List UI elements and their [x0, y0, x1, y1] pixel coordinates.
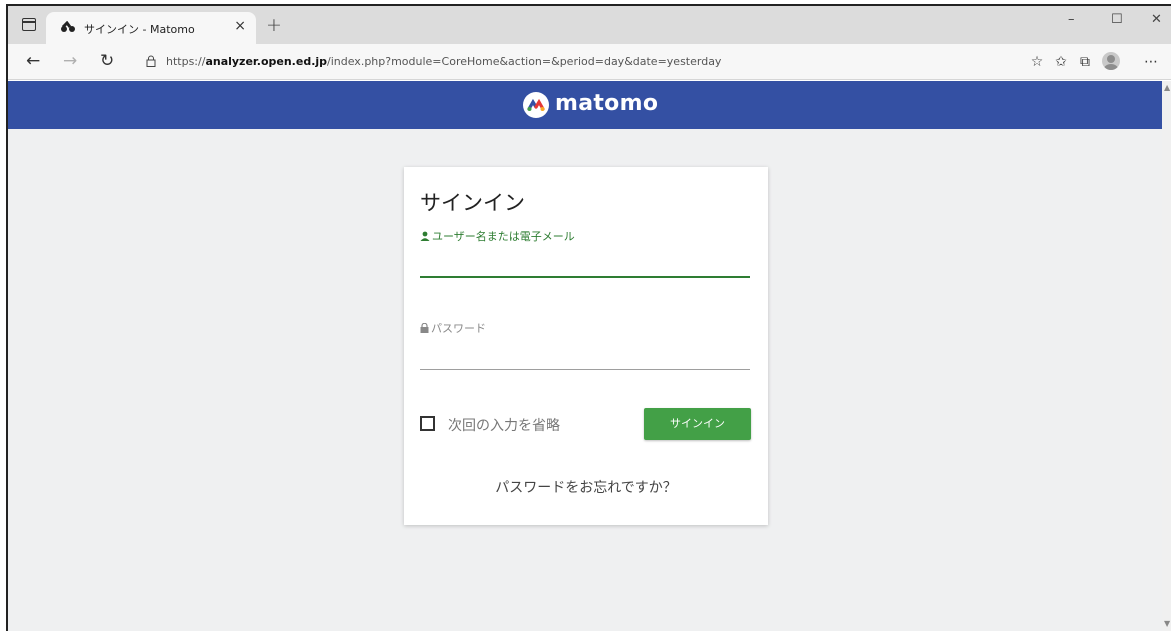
collections-icon[interactable]: ⧉ — [1076, 53, 1094, 71]
lock-field-icon — [420, 322, 429, 333]
scrollbar[interactable]: ▲ ▼ — [1162, 81, 1171, 631]
tab-close-icon[interactable]: × — [234, 18, 246, 34]
close-window-button[interactable]: ✕ — [1151, 12, 1162, 27]
matomo-logo-icon — [523, 92, 549, 118]
tab-actions-icon[interactable] — [22, 18, 36, 31]
sign-in-button[interactable]: サインイン — [644, 408, 751, 440]
forgot-password-link[interactable]: パスワードをお忘れですか？ — [404, 477, 768, 497]
username-label: ユーザー名または電子メール — [420, 228, 575, 244]
remember-me-label[interactable]: 次回の入力を省略 — [448, 415, 560, 435]
forward-icon[interactable]: → — [63, 51, 77, 71]
back-icon[interactable]: ← — [26, 51, 40, 71]
maximize-button[interactable]: ☐ — [1111, 12, 1123, 27]
login-title: サインイン — [420, 191, 525, 215]
page-content: matomo サインイン ユーザー名または電子メール パスワード 次回の入力を省 — [8, 81, 1162, 631]
more-icon[interactable]: ⋯ — [1142, 53, 1160, 71]
browser-window: サインイン - Matomo × + – ☐ ✕ ← → ↻ https://a… — [6, 4, 1171, 631]
favorites-add-icon[interactable]: ☆ — [1028, 53, 1046, 71]
new-tab-button[interactable]: + — [266, 14, 282, 36]
user-icon — [420, 231, 430, 241]
lock-icon[interactable] — [146, 55, 156, 67]
remember-me-checkbox[interactable] — [420, 416, 435, 431]
scroll-down-icon[interactable]: ▼ — [1164, 619, 1170, 628]
scroll-up-icon[interactable]: ▲ — [1164, 83, 1170, 92]
tab-title: サインイン - Matomo — [84, 23, 195, 36]
title-bar: サインイン - Matomo × + – ☐ ✕ — [8, 6, 1171, 44]
username-input[interactable] — [420, 250, 750, 278]
login-card: サインイン ユーザー名または電子メール パスワード 次回の入力を省略 サインイン… — [404, 167, 768, 525]
favorites-icon[interactable]: ✩ — [1052, 53, 1070, 71]
matomo-favicon-icon — [61, 21, 75, 32]
password-input[interactable] — [420, 342, 750, 370]
minimize-button[interactable]: – — [1068, 12, 1075, 27]
address-bar-row: ← → ↻ https://analyzer.open.ed.jp/index.… — [8, 44, 1171, 80]
tab-active[interactable]: サインイン - Matomo × — [46, 12, 256, 44]
profile-icon[interactable] — [1102, 52, 1120, 70]
matomo-header: matomo — [8, 81, 1162, 129]
password-label: パスワード — [420, 320, 486, 336]
refresh-icon[interactable]: ↻ — [100, 51, 114, 71]
address-bar[interactable]: https://analyzer.open.ed.jp/index.php?mo… — [136, 49, 1016, 75]
brand-name: matomo — [555, 91, 659, 116]
url-text: https://analyzer.open.ed.jp/index.php?mo… — [166, 55, 722, 68]
